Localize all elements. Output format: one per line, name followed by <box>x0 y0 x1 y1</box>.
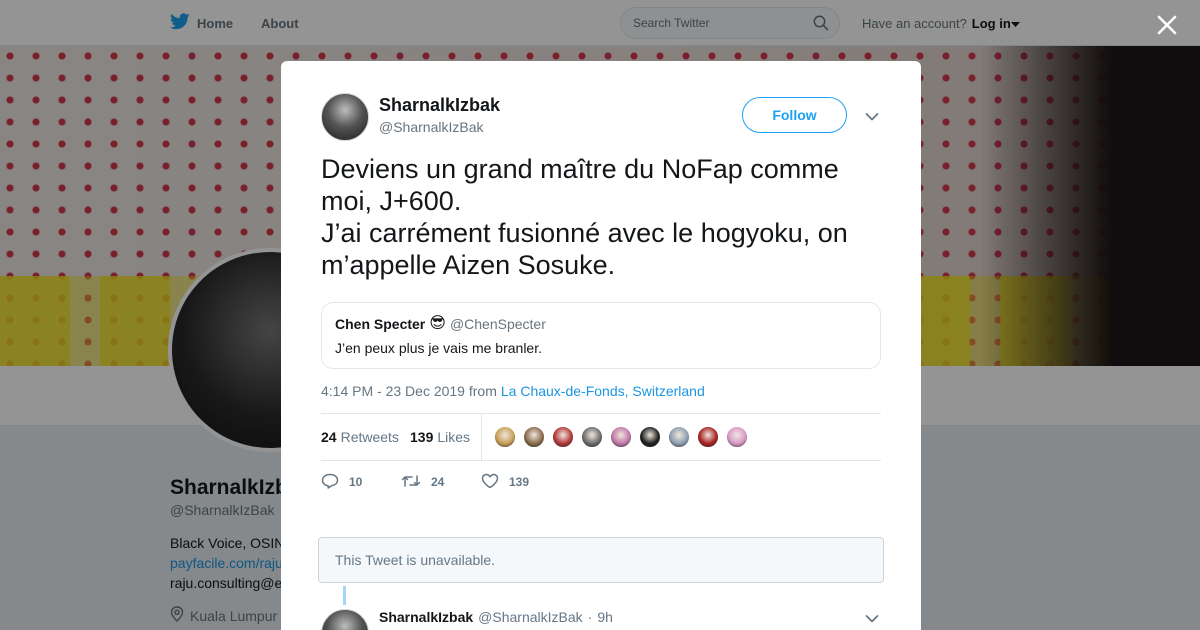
reply-tweet-header: SharnalkIzbak @SharnalkIzBak · 9h <box>379 609 613 625</box>
tweet-stats: 24 Retweets 139 Likes <box>321 413 881 461</box>
liker-avatar[interactable] <box>552 426 574 448</box>
tweet-metadata: 4:14 PM - 23 Dec 2019 from La Chaux-de-F… <box>321 383 705 399</box>
follow-button[interactable]: Follow <box>742 97 847 133</box>
liker-avatar[interactable] <box>639 426 661 448</box>
reply-author-avatar[interactable] <box>321 609 369 630</box>
tweet-location-link[interactable]: La Chaux-de-Fonds, Switzerland <box>501 383 705 399</box>
reply-author-handle[interactable]: @SharnalkIzBak <box>478 609 582 625</box>
retweet-count: 24 <box>431 475 445 489</box>
quoted-tweet-text: J’en peux plus je vais me branler. <box>335 340 542 356</box>
reply-count: 10 <box>349 475 363 489</box>
thread-connector-line <box>343 586 346 605</box>
reply-icon <box>321 473 339 492</box>
liker-avatar[interactable] <box>668 426 690 448</box>
reply-button[interactable]: 10 <box>321 473 401 492</box>
liker-avatar[interactable] <box>494 426 516 448</box>
reply-time[interactable]: 9h <box>597 609 613 625</box>
likes-count: 139 <box>410 429 434 445</box>
close-icon[interactable] <box>1155 13 1179 37</box>
liker-avatar[interactable] <box>726 426 748 448</box>
liker-avatars <box>494 426 755 448</box>
like-count: 139 <box>509 475 530 489</box>
tweet-author-name[interactable]: SharnalkIzbak <box>379 95 500 116</box>
unavailable-tweet-notice: This Tweet is unavailable. <box>318 537 884 583</box>
retweets-count: 24 <box>321 429 337 445</box>
chevron-down-icon[interactable] <box>865 109 879 127</box>
like-button[interactable]: 139 <box>481 473 529 492</box>
tweet-text-line: J’ai carrément fusionné avec le hogyoku,… <box>321 218 848 280</box>
liker-avatar[interactable] <box>697 426 719 448</box>
reply-separator: · <box>587 609 593 625</box>
tweet-actions: 10 24 139 <box>321 471 529 493</box>
retweets-stat[interactable]: 24 Retweets <box>321 429 399 445</box>
liker-avatar[interactable] <box>581 426 603 448</box>
chevron-down-icon[interactable] <box>865 611 879 629</box>
quoted-author-name: Chen Specter <box>335 316 426 332</box>
reply-author-name[interactable]: SharnalkIzbak <box>379 609 473 625</box>
quoted-author-handle: @ChenSpecter <box>449 316 546 332</box>
stats-divider <box>481 414 482 460</box>
quoted-tweet[interactable]: Chen Specter 😎 @ChenSpecter J’en peux pl… <box>321 302 881 369</box>
liker-avatar[interactable] <box>610 426 632 448</box>
quoted-tweet-header: Chen Specter 😎 @ChenSpecter <box>335 315 546 333</box>
heart-icon <box>481 473 499 492</box>
tweet-text-line: Deviens un grand maître du NoFap comme m… <box>321 154 839 216</box>
tweet-author-handle[interactable]: @SharnalkIzBak <box>379 119 483 135</box>
sunglasses-emoji-icon: 😎 <box>429 315 446 332</box>
retweets-label: Retweets <box>340 429 399 445</box>
tweet-author-avatar[interactable] <box>321 93 369 141</box>
tweet-timestamp: 4:14 PM - 23 Dec 2019 from <box>321 383 497 399</box>
tweet-modal: SharnalkIzbak @SharnalkIzBak Follow Devi… <box>281 61 921 630</box>
retweet-icon <box>401 473 421 492</box>
likes-label: Likes <box>437 429 471 445</box>
retweet-button[interactable]: 24 <box>401 473 481 492</box>
likes-stat[interactable]: 139 Likes <box>410 429 470 445</box>
tweet-text: Deviens un grand maître du NoFap comme m… <box>321 153 891 281</box>
liker-avatar[interactable] <box>523 426 545 448</box>
